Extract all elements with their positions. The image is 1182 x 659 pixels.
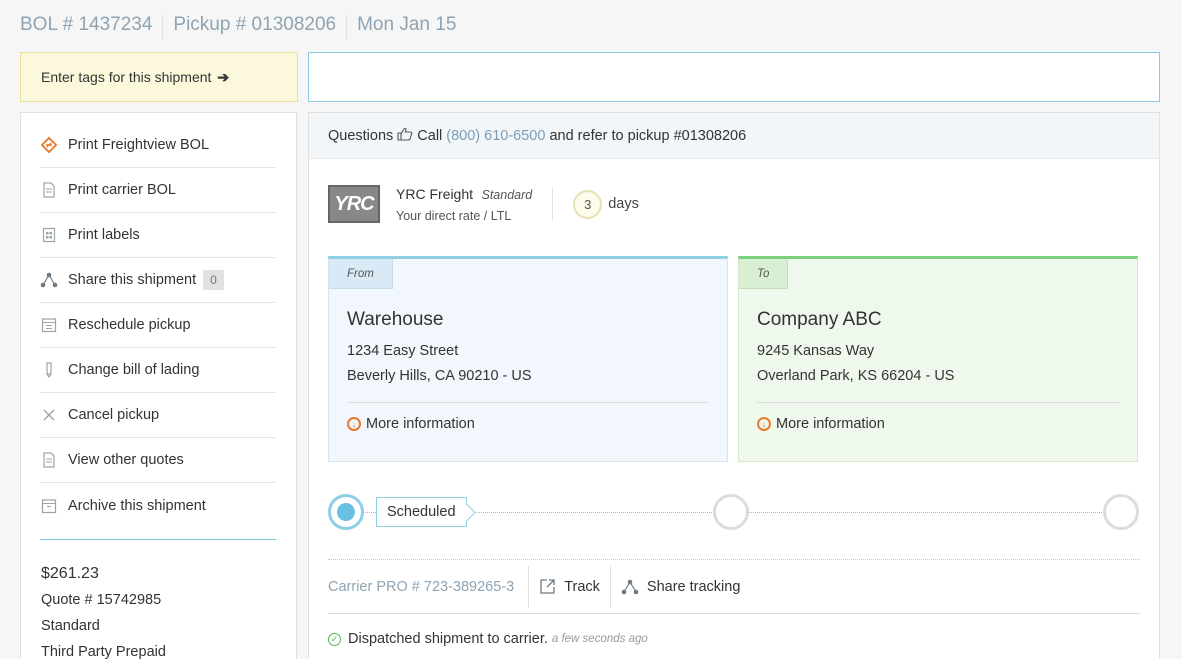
header-divider bbox=[346, 14, 348, 40]
menu-label: Reschedule pickup bbox=[68, 317, 191, 333]
document-icon bbox=[40, 452, 58, 468]
pickup-number: Pickup # 01308206 bbox=[173, 14, 337, 35]
questions-bar: Questions Call (800) 610-6500 and refer … bbox=[309, 113, 1159, 159]
arrow-down-circle-icon: ↓ bbox=[757, 417, 771, 431]
origin-city: Beverly Hills, CA 90210 - US bbox=[347, 368, 532, 384]
origin-street: 1234 Easy Street bbox=[347, 343, 459, 359]
carrier-rate: Your direct rate / LTL bbox=[396, 208, 512, 223]
transit-days-label: days bbox=[608, 196, 639, 212]
share-tracking-label: Share tracking bbox=[646, 578, 741, 595]
track-label: Track bbox=[564, 578, 600, 595]
destination-more-info-link[interactable]: ↓ More information bbox=[757, 416, 885, 432]
pickup-date: Mon Jan 15 bbox=[357, 14, 457, 35]
timeline-step-in-transit bbox=[713, 494, 749, 530]
origin-company: Warehouse bbox=[347, 309, 444, 330]
menu-label: Print labels bbox=[68, 227, 140, 243]
origin-divider bbox=[347, 402, 709, 403]
archive-icon bbox=[40, 498, 58, 514]
timeline-step-scheduled bbox=[328, 494, 364, 530]
actions-sidebar: Print Freightview BOL Print carrier BOL … bbox=[20, 112, 297, 659]
call-label: Call bbox=[417, 127, 443, 144]
menu-label: Archive this shipment bbox=[68, 497, 206, 514]
more-info-label: More information bbox=[776, 416, 885, 432]
carrier-summary: YRC YRC Freight Standard Your direct rat… bbox=[328, 185, 639, 223]
shipment-detail-panel: Questions Call (800) 610-6500 and refer … bbox=[308, 112, 1160, 659]
tags-input[interactable] bbox=[308, 52, 1160, 102]
payment-terms: Third Party Prepaid bbox=[41, 644, 166, 659]
menu-label: View other quotes bbox=[68, 452, 184, 468]
arrow-down-circle-icon: ↓ bbox=[347, 417, 361, 431]
freightview-logo-icon bbox=[40, 136, 58, 154]
destination-city: Overland Park, KS 66204 - US bbox=[757, 368, 955, 384]
print-carrier-bol-button[interactable]: Print carrier BOL bbox=[40, 168, 276, 213]
close-icon bbox=[40, 408, 58, 422]
menu-label: Print carrier BOL bbox=[68, 182, 176, 198]
destination-tag: To bbox=[739, 259, 789, 289]
calendar-icon bbox=[40, 317, 58, 333]
pencil-icon bbox=[40, 362, 58, 378]
share-tracking-button[interactable]: Share tracking bbox=[611, 579, 751, 595]
origin-more-info-link[interactable]: ↓ More information bbox=[347, 416, 475, 432]
print-labels-button[interactable]: Print labels bbox=[40, 213, 276, 258]
external-link-icon bbox=[539, 578, 556, 595]
menu-label: Print Freightview BOL bbox=[68, 137, 210, 153]
support-phone-link[interactable]: (800) 610-6500 bbox=[446, 128, 545, 144]
origin-address-card: From Warehouse 1234 Easy Street Beverly … bbox=[328, 256, 728, 462]
carrier-divider bbox=[552, 188, 554, 220]
labels-icon bbox=[40, 227, 58, 243]
status-message: Dispatched shipment to carrier. bbox=[348, 631, 548, 647]
header-divider bbox=[162, 14, 164, 40]
view-other-quotes-button[interactable]: View other quotes bbox=[40, 438, 276, 483]
destination-company: Company ABC bbox=[757, 309, 882, 330]
arrow-right-icon: ➔ bbox=[217, 68, 230, 85]
destination-street: 9245 Kansas Way bbox=[757, 343, 875, 359]
destination-address-card: To Company ABC 9245 Kansas Way Overland … bbox=[738, 256, 1138, 462]
questions-label: Questions bbox=[328, 127, 394, 144]
transit-days: 3 bbox=[573, 189, 603, 219]
sidebar-divider bbox=[40, 539, 276, 540]
status-timestamp: a few seconds ago bbox=[551, 633, 648, 645]
menu-label: Cancel pickup bbox=[68, 407, 160, 423]
document-icon bbox=[40, 182, 58, 198]
change-bill-of-lading-button[interactable]: Change bill of lading bbox=[40, 348, 276, 393]
tracking-row: Carrier PRO # 723-389265-3 Track Share t… bbox=[328, 559, 1140, 614]
carrier-pro-number: Carrier PRO # 723-389265-3 bbox=[328, 578, 515, 595]
share-shipment-button[interactable]: Share this shipment 0 bbox=[40, 258, 276, 303]
share-icon bbox=[621, 579, 639, 595]
pointing-hand-icon bbox=[397, 127, 413, 144]
quote-service: Standard bbox=[41, 618, 100, 634]
status-history-entry: ✓ Dispatched shipment to carrier. a few … bbox=[328, 631, 648, 647]
menu-label: Change bill of lading bbox=[68, 362, 200, 378]
carrier-info: YRC Freight Standard Your direct rate / … bbox=[396, 186, 532, 223]
status-timeline: Scheduled bbox=[328, 493, 1140, 533]
destination-divider bbox=[757, 402, 1119, 403]
quote-summary: $261.23 Quote # 15742985 Standard Third … bbox=[41, 561, 166, 659]
timeline-step-delivered bbox=[1103, 494, 1139, 530]
carrier-logo: YRC bbox=[328, 185, 380, 223]
bol-number: BOL # 1437234 bbox=[20, 14, 153, 35]
shipment-header: BOL # 1437234 Pickup # 01308206 Mon Jan … bbox=[20, 14, 456, 40]
carrier-name: YRC Freight bbox=[396, 185, 474, 202]
archive-shipment-button[interactable]: Archive this shipment bbox=[40, 483, 276, 528]
print-freightview-bol-button[interactable]: Print Freightview BOL bbox=[40, 123, 276, 168]
reschedule-pickup-button[interactable]: Reschedule pickup bbox=[40, 303, 276, 348]
track-button[interactable]: Track bbox=[529, 578, 610, 595]
quote-number: Quote # 15742985 bbox=[41, 592, 162, 608]
timeline-status-label: Scheduled bbox=[376, 497, 467, 527]
tags-label: Enter tags for this shipment ➔ bbox=[20, 52, 298, 102]
menu-label: Share this shipment bbox=[68, 272, 197, 288]
more-info-label: More information bbox=[366, 416, 475, 432]
check-circle-icon: ✓ bbox=[328, 632, 341, 646]
share-count-badge: 0 bbox=[203, 270, 224, 290]
carrier-service: Standard bbox=[481, 187, 533, 202]
cancel-pickup-button[interactable]: Cancel pickup bbox=[40, 393, 276, 438]
origin-tag: From bbox=[329, 259, 393, 289]
share-icon bbox=[40, 272, 58, 288]
quote-price: $261.23 bbox=[41, 565, 99, 582]
actions-menu: Print Freightview BOL Print carrier BOL … bbox=[40, 123, 276, 528]
tags-label-text: Enter tags for this shipment bbox=[41, 69, 212, 85]
questions-suffix: and refer to pickup #01308206 bbox=[549, 127, 747, 144]
